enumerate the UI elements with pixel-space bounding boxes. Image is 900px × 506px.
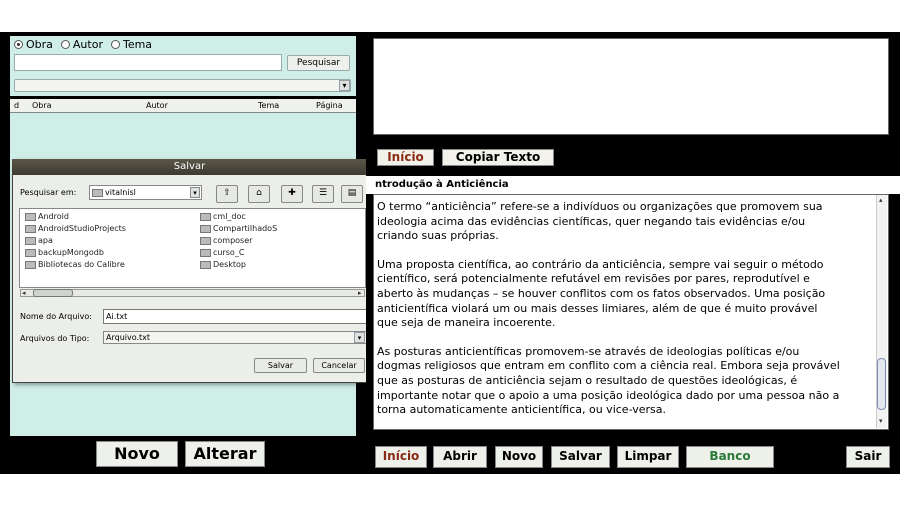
paragraph: Uma proposta científica, ao contrário da… <box>377 257 826 330</box>
limpar-button[interactable]: Limpar <box>617 446 679 468</box>
list-item[interactable]: backupMongodb <box>25 248 104 257</box>
dialog-save-button[interactable]: Salvar <box>254 358 307 373</box>
banco-button[interactable]: Banco <box>686 446 774 468</box>
radio-icon <box>110 40 120 49</box>
salvar-button[interactable]: Salvar <box>551 446 610 468</box>
search-input[interactable] <box>14 54 282 71</box>
col-tema[interactable]: Tema <box>258 101 279 110</box>
radio-autor[interactable]: Autor <box>60 38 103 51</box>
chevron-down-icon[interactable]: ▾ <box>339 80 350 91</box>
search-combo[interactable] <box>14 79 351 92</box>
list-item[interactable]: composer <box>200 236 252 245</box>
home-icon[interactable]: ⌂ <box>248 185 270 203</box>
abrir-button[interactable]: Abrir <box>433 446 487 468</box>
list-item[interactable]: curso_C <box>200 248 244 257</box>
scrollbar-thumb[interactable] <box>33 289 73 297</box>
new-folder-icon[interactable]: ✚ <box>281 185 303 203</box>
radio-icon <box>60 40 70 49</box>
copiar-texto-button[interactable]: Copiar Texto <box>442 149 554 166</box>
paragraph: As posturas anticientíficas promovem-se … <box>377 344 840 417</box>
novo-text-button[interactable]: Novo <box>495 446 543 468</box>
folder-icon <box>25 236 36 245</box>
file-name-label: Nome do Arquivo: <box>20 312 92 321</box>
folder-icon <box>200 260 211 269</box>
folder-icon <box>92 188 103 197</box>
scroll-right-icon[interactable]: ▸ <box>358 289 362 297</box>
scroll-down-icon[interactable]: ▾ <box>879 417 883 425</box>
file-type-combo[interactable]: Arquivo.txt <box>103 331 367 344</box>
list-item[interactable]: Bibliotecas do Calibre <box>25 260 125 269</box>
list-item[interactable]: Desktop <box>200 260 246 269</box>
list-item[interactable]: Android <box>25 212 69 221</box>
chevron-down-icon[interactable]: ▾ <box>190 187 200 198</box>
list-item[interactable]: apa <box>25 236 53 245</box>
alterar-button[interactable]: Alterar <box>185 441 265 467</box>
look-in-combo[interactable]: vitalnisl <box>89 185 202 200</box>
folder-icon <box>25 260 36 269</box>
radio-obra[interactable]: Obra <box>14 38 53 51</box>
up-folder-icon[interactable]: ⇧ <box>216 185 238 203</box>
radio-autor-label: Autor <box>72 38 103 51</box>
list-view-icon[interactable]: ☰ <box>312 185 334 203</box>
list-item[interactable]: cml_doc <box>200 212 246 221</box>
folder-icon <box>200 236 211 245</box>
search-button[interactable]: Pesquisar <box>287 55 350 71</box>
scrollbar-thumb[interactable] <box>877 358 886 410</box>
col-pagina[interactable]: Página <box>316 101 343 110</box>
look-in-label: Pesquisar em: <box>20 188 77 197</box>
folder-icon <box>200 224 211 233</box>
col-obra[interactable]: Obra <box>32 101 52 110</box>
text-body[interactable]: O termo “anticiência” refere-se a indiví… <box>377 200 871 418</box>
text-title: ntrodução à Anticiência <box>375 179 509 190</box>
scroll-left-icon[interactable]: ◂ <box>22 289 26 297</box>
list-item[interactable]: CompartilhadoS <box>200 224 277 233</box>
radio-tema-label: Tema <box>122 38 153 51</box>
col-id[interactable]: d <box>14 101 19 110</box>
col-autor[interactable]: Autor <box>146 101 168 110</box>
search-type-radios: Obra Autor Tema <box>14 38 152 51</box>
dialog-title[interactable]: Salvar <box>12 159 367 175</box>
folder-icon <box>25 248 36 257</box>
novo-button[interactable]: Novo <box>96 441 178 467</box>
inicio-tab-button[interactable]: Início <box>377 149 434 166</box>
radio-tema[interactable]: Tema <box>110 38 153 51</box>
list-item[interactable]: AndroidStudioProjects <box>25 224 126 233</box>
sair-button[interactable]: Sair <box>846 446 890 468</box>
scroll-up-icon[interactable]: ▴ <box>879 196 883 204</box>
radio-selected-icon <box>14 40 23 49</box>
top-text-area[interactable] <box>373 38 889 135</box>
folder-icon <box>200 248 211 257</box>
radio-obra-label: Obra <box>26 38 53 51</box>
folder-icon <box>25 212 36 221</box>
chevron-down-icon[interactable]: ▾ <box>354 332 365 343</box>
paragraph: O termo “anticiência” refere-se a indiví… <box>377 200 823 243</box>
folder-icon <box>200 212 211 221</box>
file-type-label: Arquivos do Tipo: <box>20 334 90 343</box>
details-view-icon[interactable]: ▤ <box>341 185 363 203</box>
file-name-input[interactable]: Ai.txt <box>103 309 367 324</box>
inicio-button[interactable]: Início <box>375 446 427 468</box>
dialog-cancel-button[interactable]: Cancelar <box>313 358 365 373</box>
results-table-header: d Obra Autor Tema Página <box>10 99 356 113</box>
folder-icon <box>25 224 36 233</box>
look-in-value: vitalnisl <box>105 188 136 197</box>
